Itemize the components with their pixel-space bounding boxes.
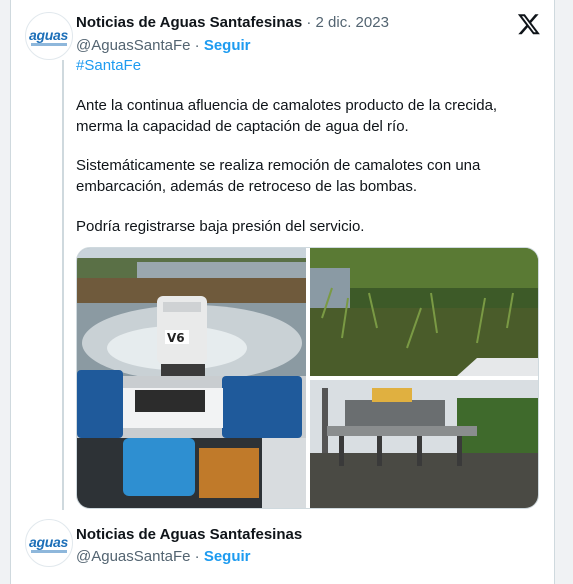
photo-boat-motor[interactable]: V6: [77, 248, 306, 509]
reply-handle-separator: ·: [194, 548, 200, 565]
photo-water-intake[interactable]: [310, 380, 539, 509]
avatar[interactable]: aguas: [25, 12, 73, 60]
reply-handle-row: @AguasSantaFe · Seguir: [76, 548, 251, 565]
author-name[interactable]: Noticias de Aguas Santafesinas: [76, 14, 302, 31]
reply-author-name[interactable]: Noticias de Aguas Santafesinas: [76, 526, 302, 543]
tweet-card: aguas Noticias de Aguas Santafesinas · 2…: [10, 0, 555, 584]
x-logo-icon[interactable]: [517, 12, 541, 36]
reply-author-handle[interactable]: @AguasSantaFe: [76, 548, 190, 565]
author-handle-row: @AguasSantaFe · Seguir: [76, 37, 251, 54]
reply-follow-button[interactable]: Seguir: [204, 548, 251, 565]
tweet-text-paragraph-3: Podría registrarse baja presión del serv…: [76, 218, 365, 235]
author-handle[interactable]: @AguasSantaFe: [76, 37, 190, 54]
tweet-media-grid: V6: [76, 247, 539, 509]
reply-author-header: Noticias de Aguas Santafesinas: [76, 526, 302, 543]
avatar-logo-line: [31, 43, 67, 46]
reply-avatar[interactable]: aguas: [25, 519, 73, 567]
thread-line: [62, 60, 64, 510]
motor-label: V6: [167, 331, 185, 345]
avatar-logo-text: aguas: [29, 27, 68, 43]
photo-riverbank-vegetation[interactable]: [310, 248, 539, 376]
reply-avatar-logo-line: [31, 550, 67, 553]
author-header: Noticias de Aguas Santafesinas · 2 dic. …: [76, 14, 389, 31]
reply-avatar-logo-text: aguas: [29, 534, 68, 550]
handle-separator: ·: [194, 37, 200, 54]
hashtag-link[interactable]: #SantaFe: [76, 57, 141, 74]
follow-button[interactable]: Seguir: [204, 37, 251, 54]
tweet-text-paragraph-2: Sistemáticamente se realiza remoción de …: [76, 157, 481, 195]
tweet-text-paragraph-1: Ante la continua afluencia de camalotes …: [76, 97, 498, 135]
tweet-date[interactable]: · 2 dic. 2023: [306, 14, 389, 31]
